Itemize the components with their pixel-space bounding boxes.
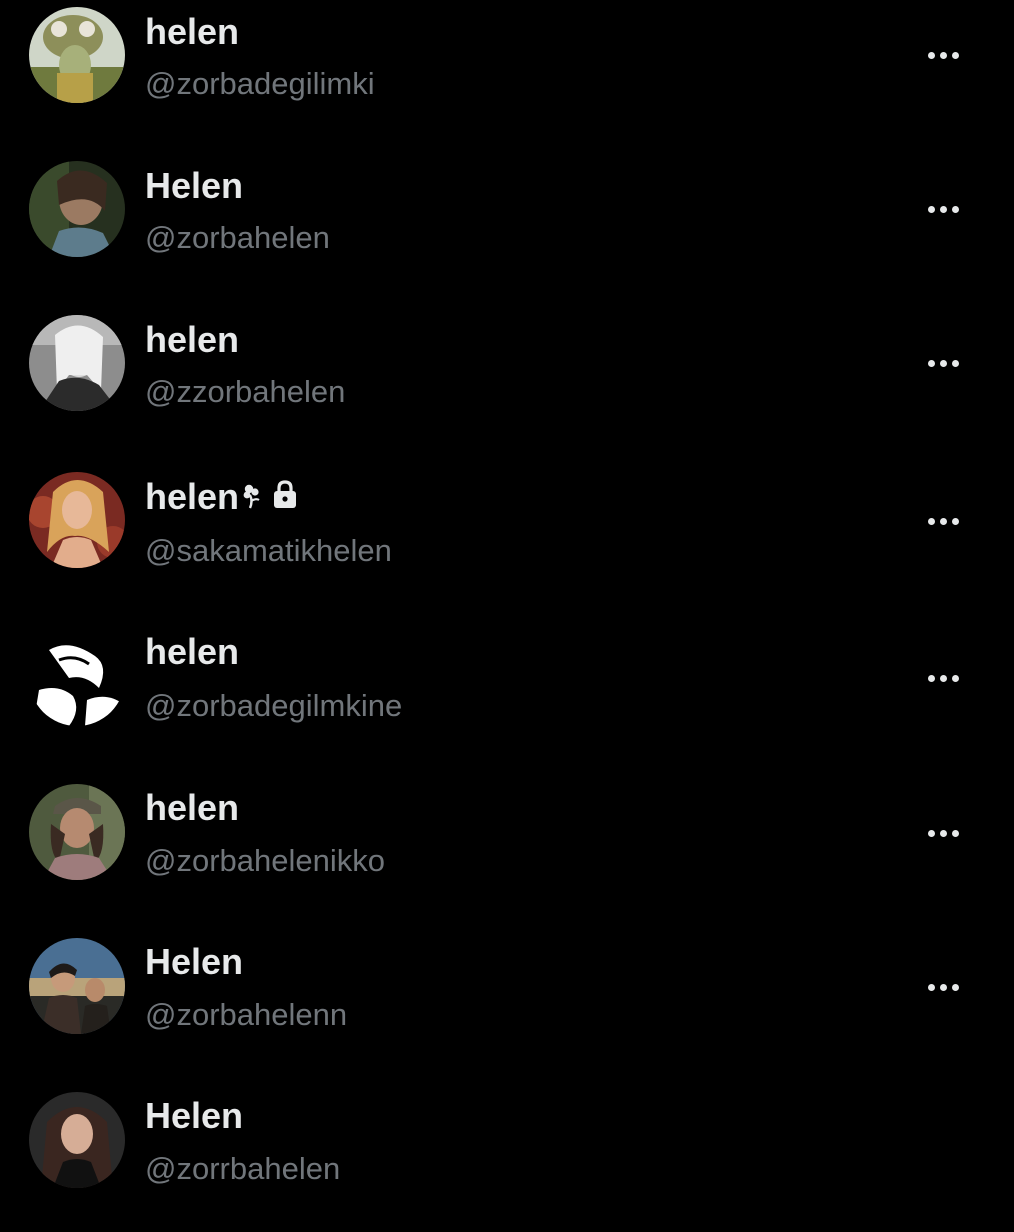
account-row[interactable]: Helen @zorbahelenn — [0, 924, 1014, 1078]
account-row[interactable]: helen @sakamatikhelen — [0, 462, 1014, 616]
account-row[interactable]: helen @zorbahelenikko — [0, 770, 1014, 924]
more-dot — [927, 517, 935, 525]
display-name: helen — [145, 477, 299, 517]
lock-icon — [271, 477, 299, 517]
account-row[interactable]: helen @zorbadegilmkine — [0, 616, 1014, 770]
handle: @zzorbahelen — [145, 374, 346, 409]
more-dot — [939, 674, 947, 682]
account-row[interactable]: Helen @zorrbahelen — [0, 1078, 1014, 1232]
handle: @zorbahelenn — [145, 997, 348, 1032]
avatar[interactable] — [29, 784, 125, 880]
display-name: helen — [145, 12, 239, 52]
more-dot — [951, 51, 959, 59]
avatar[interactable] — [29, 315, 125, 411]
display-name-text: Helen — [145, 165, 244, 206]
more-options-button[interactable] — [918, 348, 968, 378]
more-options-button[interactable] — [918, 972, 968, 1002]
more-dot — [951, 829, 959, 837]
flower-icon — [241, 477, 261, 517]
avatar[interactable] — [29, 630, 125, 726]
more-dot — [939, 517, 947, 525]
display-name-text: helen — [145, 787, 240, 828]
more-dot — [951, 674, 959, 682]
account-row[interactable]: helen @zzorbahelen — [0, 308, 1014, 462]
display-name-text: Helen — [145, 1095, 244, 1136]
display-name: helen — [145, 320, 239, 360]
more-dot — [951, 517, 959, 525]
avatar[interactable] — [29, 1092, 125, 1188]
avatar[interactable] — [29, 161, 125, 257]
more-options-button[interactable] — [918, 40, 968, 70]
avatar[interactable] — [29, 472, 125, 568]
more-dot — [939, 205, 947, 213]
display-name-text: helen — [145, 11, 240, 52]
more-dot — [939, 359, 947, 367]
display-name: helen — [145, 788, 239, 828]
handle: @zorbadegilimki — [145, 66, 375, 101]
handle: @zorbadegilmkine — [145, 688, 403, 723]
account-row[interactable]: helen @zorbadegilimki — [0, 0, 1014, 154]
more-dot — [927, 359, 935, 367]
more-options-button[interactable] — [918, 506, 968, 536]
account-row[interactable]: Helen @zorbahelen — [0, 154, 1014, 308]
handle: @zorrbahelen — [145, 1151, 341, 1186]
handle: @zorbahelen — [145, 220, 330, 255]
display-name-text: helen — [145, 319, 240, 360]
display-name: Helen — [145, 166, 243, 206]
more-dot — [939, 829, 947, 837]
more-dot — [927, 51, 935, 59]
more-dot — [951, 205, 959, 213]
account-list: helen @zorbadegilimki Helen @zorbahelen — [0, 0, 1014, 1200]
more-dot — [951, 359, 959, 367]
display-name-text: helen — [145, 631, 240, 672]
handle: @sakamatikhelen — [145, 533, 392, 568]
more-dot — [939, 51, 947, 59]
more-options-button[interactable] — [918, 818, 968, 848]
avatar[interactable] — [29, 7, 125, 103]
display-name: Helen — [145, 942, 243, 982]
more-dot — [927, 983, 935, 991]
display-name-text: helen — [145, 476, 240, 517]
more-dot — [927, 829, 935, 837]
more-dot — [927, 205, 935, 213]
more-options-button[interactable] — [918, 194, 968, 224]
avatar[interactable] — [29, 938, 125, 1034]
more-dot — [939, 983, 947, 991]
display-name: Helen — [145, 1096, 243, 1136]
display-name: helen — [145, 632, 239, 672]
more-dot — [951, 983, 959, 991]
handle: @zorbahelenikko — [145, 843, 385, 878]
more-dot — [927, 674, 935, 682]
more-options-button[interactable] — [918, 663, 968, 693]
display-name-text: Helen — [145, 941, 244, 982]
